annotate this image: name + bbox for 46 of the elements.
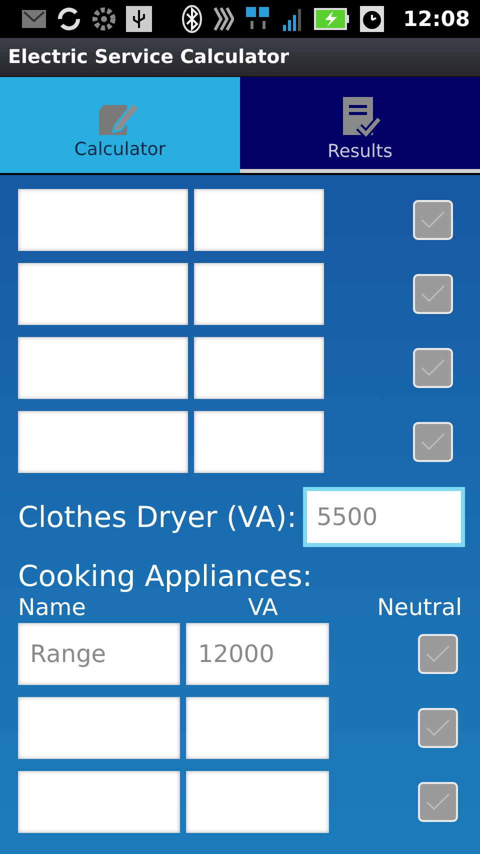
- column-header: VA: [248, 595, 278, 621]
- dryer-field[interactable]: 5500: [302, 487, 465, 547]
- input-field[interactable]: [194, 411, 324, 473]
- input-field[interactable]: [18, 411, 188, 473]
- input-field[interactable]: [194, 337, 324, 399]
- input-field[interactable]: [18, 189, 188, 251]
- check-icon: [425, 644, 451, 664]
- signal-waves-icon: [212, 6, 234, 32]
- input-field[interactable]: [18, 771, 180, 833]
- input-field[interactable]: [186, 697, 329, 759]
- battery-charging-icon: [314, 8, 350, 30]
- input-field[interactable]: [18, 263, 188, 325]
- mail-icon: [22, 10, 46, 28]
- section-title: Cooking Appliances:: [18, 559, 314, 593]
- usb-icon: [126, 6, 152, 32]
- check-icon: [420, 358, 446, 378]
- checkbox[interactable]: [418, 782, 458, 822]
- tab[interactable]: Calculator: [0, 77, 240, 173]
- checkbox[interactable]: [413, 274, 453, 314]
- checkbox[interactable]: [413, 200, 453, 240]
- app-title: Electric Service Calculator: [8, 46, 289, 68]
- column-header: Neutral: [377, 595, 462, 621]
- check-icon: [425, 718, 451, 738]
- checkbox[interactable]: [413, 348, 453, 388]
- input-field[interactable]: [18, 697, 180, 759]
- input-field[interactable]: Range: [18, 623, 180, 685]
- clock-time: 12:08: [403, 7, 470, 31]
- checkbox[interactable]: [413, 422, 453, 462]
- sync-icon: [56, 6, 82, 32]
- check-icon: [420, 432, 446, 452]
- input-field[interactable]: [18, 337, 188, 399]
- signal-bars-icon: [282, 7, 304, 31]
- check-icon: [420, 284, 446, 304]
- input-field[interactable]: 12000: [186, 623, 329, 685]
- dryer-label: Clothes Dryer (VA):: [18, 500, 297, 534]
- checkbox[interactable]: [418, 634, 458, 674]
- bluetooth-icon: [182, 5, 202, 33]
- check-icon: [425, 792, 451, 812]
- column-header: Name: [18, 595, 86, 621]
- input-field[interactable]: [194, 189, 324, 251]
- alarm-clock-icon: [360, 6, 384, 32]
- gear-icon: [92, 7, 116, 31]
- input-field[interactable]: [194, 263, 324, 325]
- checkbox[interactable]: [418, 708, 458, 748]
- check-icon: [420, 210, 446, 230]
- input-field[interactable]: [186, 771, 329, 833]
